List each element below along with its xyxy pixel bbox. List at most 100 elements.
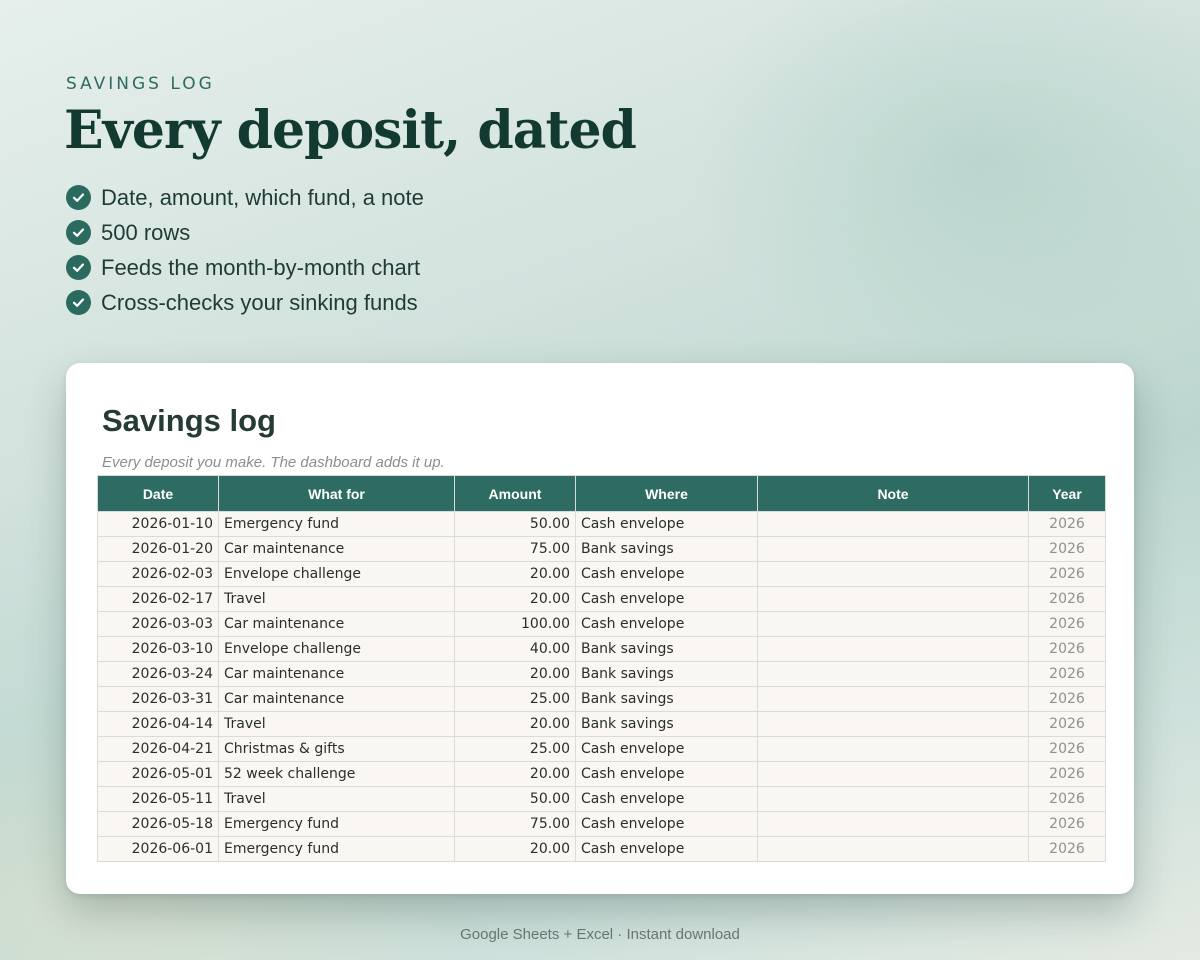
cell-note[interactable] [757, 711, 1029, 737]
cell-where[interactable]: Cash envelope [575, 611, 758, 637]
cell-note[interactable] [757, 786, 1029, 812]
cell-what-for[interactable]: Car maintenance [218, 611, 455, 637]
cell-year[interactable]: 2026 [1028, 686, 1106, 712]
cell-note[interactable] [757, 536, 1029, 562]
cell-what-for[interactable]: Travel [218, 786, 455, 812]
column-header-amount[interactable]: Amount [454, 475, 576, 512]
cell-amount[interactable]: 40.00 [454, 636, 576, 662]
cell-what-for[interactable]: 52 week challenge [218, 761, 455, 787]
column-header-date[interactable]: Date [97, 475, 219, 512]
cell-amount[interactable]: 20.00 [454, 586, 576, 612]
cell-where[interactable]: Cash envelope [575, 836, 758, 862]
cell-amount[interactable]: 20.00 [454, 561, 576, 587]
cell-note[interactable] [757, 611, 1029, 637]
cell-date[interactable]: 2026-06-01 [97, 836, 219, 862]
column-header-where[interactable]: Where [575, 475, 758, 512]
feature-list: Date, amount, which fund, a note 500 row… [66, 180, 424, 320]
cell-where[interactable]: Cash envelope [575, 786, 758, 812]
cell-amount[interactable]: 75.00 [454, 536, 576, 562]
table-row: 2026-04-14 Travel 20.00 Bank savings 2026 [97, 711, 1106, 737]
cell-amount[interactable]: 75.00 [454, 811, 576, 837]
cell-amount[interactable]: 100.00 [454, 611, 576, 637]
table-row: 2026-04-21 Christmas & gifts 25.00 Cash env… [97, 736, 1106, 762]
cell-amount[interactable]: 20.00 [454, 761, 576, 787]
cell-amount[interactable]: 20.00 [454, 836, 576, 862]
table-row: 2026-03-31 Car maintenance 25.00 Bank savin… [97, 686, 1106, 712]
cell-where[interactable]: Cash envelope [575, 736, 758, 762]
cell-where[interactable]: Cash envelope [575, 561, 758, 587]
cell-where[interactable]: Bank savings [575, 686, 758, 712]
table-row: 2026-03-24 Car maintenance 20.00 Bank savin… [97, 661, 1106, 687]
cell-where[interactable]: Bank savings [575, 661, 758, 687]
cell-where[interactable]: Cash envelope [575, 586, 758, 612]
cell-what-for[interactable]: Car maintenance [218, 686, 455, 712]
cell-date[interactable]: 2026-04-21 [97, 736, 219, 762]
cell-date[interactable]: 2026-05-01 [97, 761, 219, 787]
cell-note[interactable] [757, 836, 1029, 862]
cell-date[interactable]: 2026-01-10 [97, 511, 219, 537]
cell-amount[interactable]: 20.00 [454, 711, 576, 737]
cell-what-for[interactable]: Emergency fund [218, 511, 455, 537]
cell-note[interactable] [757, 761, 1029, 787]
cell-amount[interactable]: 25.00 [454, 686, 576, 712]
cell-note[interactable] [757, 686, 1029, 712]
cell-date[interactable]: 2026-03-10 [97, 636, 219, 662]
cell-what-for[interactable]: Car maintenance [218, 661, 455, 687]
cell-date[interactable]: 2026-04-14 [97, 711, 219, 737]
cell-what-for[interactable]: Travel [218, 586, 455, 612]
cell-date[interactable]: 2026-02-03 [97, 561, 219, 587]
cell-where[interactable]: Cash envelope [575, 511, 758, 537]
cell-year[interactable]: 2026 [1028, 736, 1106, 762]
cell-date[interactable]: 2026-03-31 [97, 686, 219, 712]
feature-item: Date, amount, which fund, a note [66, 180, 424, 215]
cell-what-for[interactable]: Car maintenance [218, 536, 455, 562]
cell-what-for[interactable]: Travel [218, 711, 455, 737]
cell-what-for[interactable]: Emergency fund [218, 811, 455, 837]
column-header-note[interactable]: Note [757, 475, 1029, 512]
cell-where[interactable]: Bank savings [575, 636, 758, 662]
cell-amount[interactable]: 20.00 [454, 661, 576, 687]
cell-date[interactable]: 2026-05-11 [97, 786, 219, 812]
cell-year[interactable]: 2026 [1028, 536, 1106, 562]
cell-year[interactable]: 2026 [1028, 611, 1106, 637]
cell-what-for[interactable]: Envelope challenge [218, 561, 455, 587]
cell-note[interactable] [757, 736, 1029, 762]
feature-text: Date, amount, which fund, a note [101, 184, 424, 210]
cell-note[interactable] [757, 511, 1029, 537]
cell-date[interactable]: 2026-02-17 [97, 586, 219, 612]
cell-note[interactable] [757, 586, 1029, 612]
cell-note[interactable] [757, 661, 1029, 687]
cell-year[interactable]: 2026 [1028, 786, 1106, 812]
cell-where[interactable]: Bank savings [575, 711, 758, 737]
cell-date[interactable]: 2026-03-24 [97, 661, 219, 687]
feature-text: 500 rows [101, 219, 191, 245]
cell-year[interactable]: 2026 [1028, 636, 1106, 662]
cell-amount[interactable]: 50.00 [454, 511, 576, 537]
cell-what-for[interactable]: Christmas & gifts [218, 736, 455, 762]
sheet-title: Savings log [102, 403, 276, 438]
cell-date[interactable]: 2026-03-03 [97, 611, 219, 637]
cell-what-for[interactable]: Emergency fund [218, 836, 455, 862]
cell-date[interactable]: 2026-05-18 [97, 811, 219, 837]
cell-note[interactable] [757, 561, 1029, 587]
cell-note[interactable] [757, 636, 1029, 662]
cell-note[interactable] [757, 811, 1029, 837]
cell-amount[interactable]: 50.00 [454, 786, 576, 812]
cell-what-for[interactable]: Envelope challenge [218, 636, 455, 662]
cell-year[interactable]: 2026 [1028, 811, 1106, 837]
cell-where[interactable]: Cash envelope [575, 811, 758, 837]
column-header-year[interactable]: Year [1028, 475, 1106, 512]
cell-date[interactable]: 2026-01-20 [97, 536, 219, 562]
cell-where[interactable]: Cash envelope [575, 761, 758, 787]
column-header-what-for[interactable]: What for [218, 475, 455, 512]
cell-year[interactable]: 2026 [1028, 661, 1106, 687]
cell-year[interactable]: 2026 [1028, 836, 1106, 862]
cell-year[interactable]: 2026 [1028, 511, 1106, 537]
cell-where[interactable]: Bank savings [575, 536, 758, 562]
table-body: 2026-01-10 Emergency fund 50.00 Cash envelo… [97, 511, 1106, 862]
cell-year[interactable]: 2026 [1028, 761, 1106, 787]
cell-year[interactable]: 2026 [1028, 711, 1106, 737]
cell-year[interactable]: 2026 [1028, 561, 1106, 587]
cell-year[interactable]: 2026 [1028, 586, 1106, 612]
cell-amount[interactable]: 25.00 [454, 736, 576, 762]
